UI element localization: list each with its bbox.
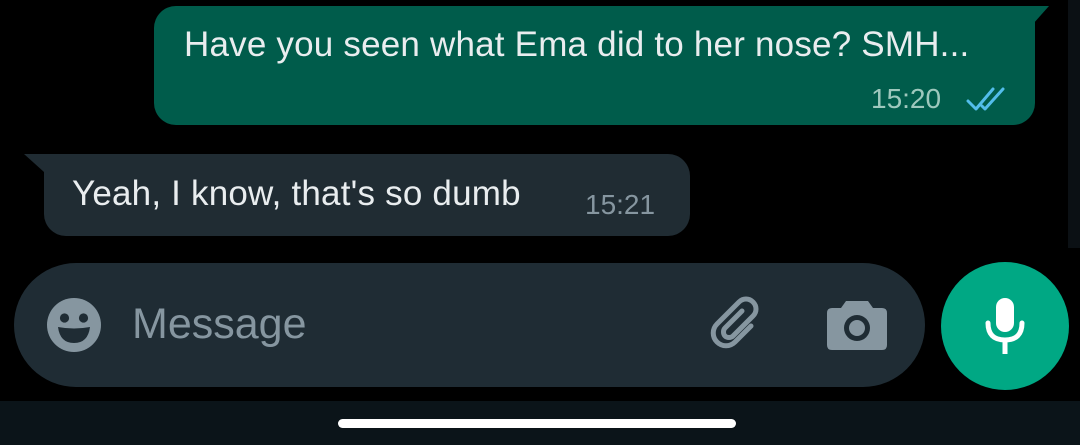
microphone-button[interactable]	[941, 262, 1069, 390]
incoming-message-bubble[interactable]: Yeah, I know, that's so dumb 15:21	[24, 154, 690, 236]
microphone-icon	[985, 298, 1025, 354]
double-check-icon	[966, 87, 1005, 111]
message-composer	[14, 263, 925, 387]
camera-icon[interactable]	[826, 299, 888, 351]
outgoing-message-bubble[interactable]: Have you seen what Ema did to her nose? …	[154, 6, 1049, 125]
message-time: 15:21	[585, 189, 656, 220]
message-time: 15:20	[871, 83, 942, 114]
message-text: Yeah, I know, that's so dumb	[72, 174, 521, 213]
message-input[interactable]	[132, 293, 692, 355]
home-indicator[interactable]	[338, 419, 736, 428]
message-text: Have you seen what Ema did to her nose? …	[184, 25, 970, 64]
emoji-icon[interactable]	[45, 296, 103, 354]
system-navigation-bar	[0, 401, 1080, 445]
paperclip-icon[interactable]	[706, 293, 770, 357]
scroll-edge	[1068, 0, 1080, 248]
